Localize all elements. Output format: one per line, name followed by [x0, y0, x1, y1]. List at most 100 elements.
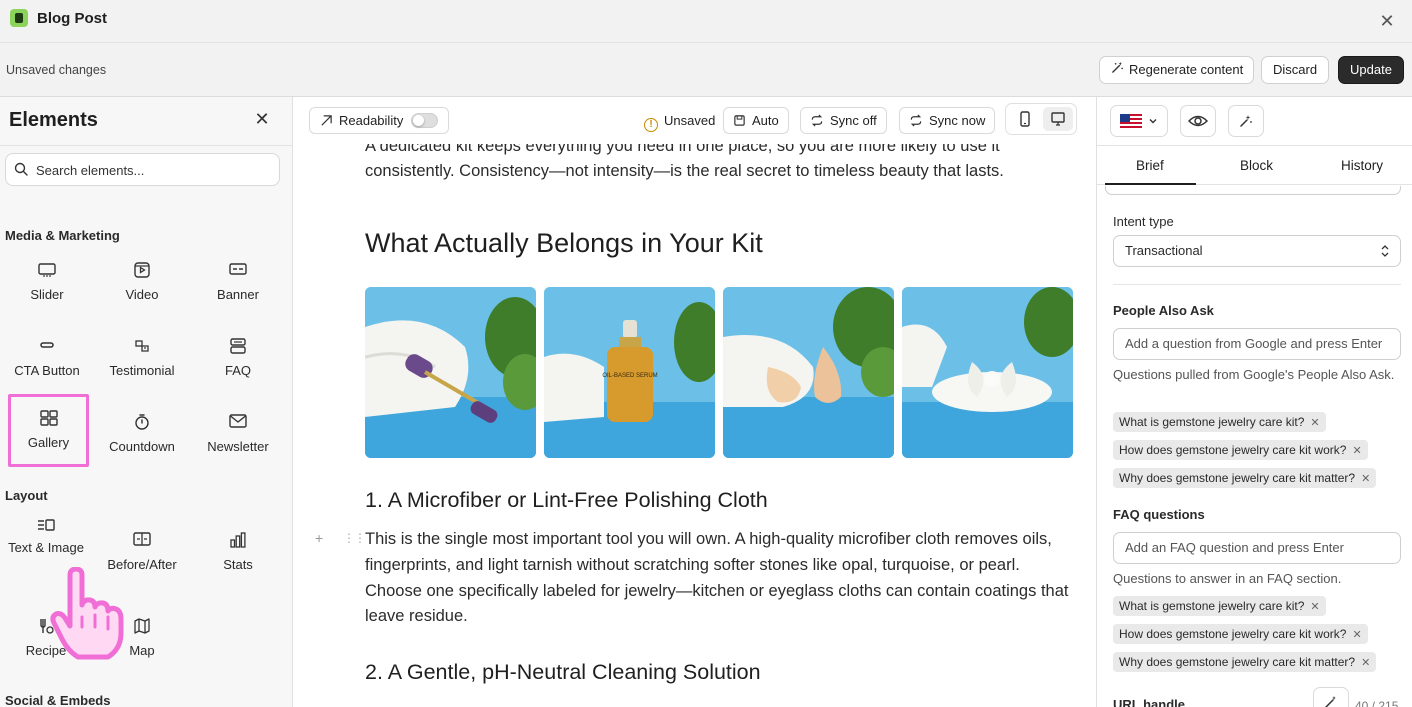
slider-icon — [7, 261, 87, 279]
regenerate-url-button[interactable] — [1313, 687, 1349, 707]
element-label: Text & Image — [8, 540, 84, 555]
paa-tag: Why does gemstone jewelry care kit matte… — [1113, 468, 1377, 488]
section-2-title[interactable]: 2. A Gentle, pH-Neutral Cleaning Solutio… — [365, 660, 761, 685]
people-also-ask-help: Questions pulled from Google's People Al… — [1113, 367, 1395, 382]
section-1-title[interactable]: 1. A Microfiber or Lint-Free Polishing C… — [365, 488, 768, 513]
tag-text: What is gemstone jewelry care kit? — [1119, 415, 1305, 429]
search-input[interactable] — [36, 160, 271, 180]
intent-type-select[interactable]: Transactional — [1113, 235, 1401, 267]
element-faq[interactable]: FAQ — [198, 333, 278, 399]
section-1-body[interactable]: This is the single most important tool y… — [365, 527, 1070, 630]
save-icon — [733, 113, 752, 128]
tab-history[interactable]: History — [1341, 158, 1383, 173]
readability-icon — [320, 113, 339, 128]
updown-chevron-icon — [1381, 245, 1389, 257]
sync-off-label: Sync off — [830, 113, 877, 128]
newsletter-icon — [198, 413, 278, 431]
article-heading[interactable]: What Actually Belongs in Your Kit — [365, 228, 763, 259]
faq-tag: How does gemstone jewelry care kit work?… — [1113, 624, 1368, 644]
faq-icon — [198, 337, 278, 355]
tab-brief[interactable]: Brief — [1136, 158, 1164, 173]
element-label: Stats — [223, 557, 253, 572]
intro-line-2[interactable]: consistently. Consistency—not intensity—… — [365, 159, 1004, 185]
device-preview-switch — [1005, 103, 1077, 135]
gallery-image-makeup-sponges[interactable] — [723, 287, 894, 458]
intent-type-value: Transactional — [1125, 243, 1203, 258]
remove-tag-icon[interactable]: ✕ — [1310, 601, 1319, 613]
intent-type-label: Intent type — [1113, 214, 1174, 229]
sync-now-button[interactable]: Sync now — [899, 107, 996, 134]
ai-assist-button[interactable] — [1228, 105, 1264, 137]
element-slider[interactable]: Slider — [7, 257, 87, 323]
element-label: FAQ — [224, 363, 251, 378]
element-testimonial[interactable]: Testimonial — [102, 333, 182, 399]
preview-button[interactable] — [1180, 105, 1216, 137]
remove-tag-icon[interactable]: ✕ — [1352, 445, 1361, 457]
countdown-icon — [102, 413, 182, 431]
update-button[interactable]: Update — [1338, 56, 1404, 84]
sidebar-divider — [0, 145, 293, 146]
stats-icon — [198, 531, 278, 549]
search-box — [5, 153, 280, 186]
element-banner[interactable]: Banner — [198, 257, 278, 323]
sync-icon — [810, 113, 830, 128]
tab-block[interactable]: Block — [1240, 158, 1273, 173]
image-gallery[interactable]: OIL-BASED SERUM — [365, 287, 1073, 458]
desktop-preview-button[interactable] — [1043, 107, 1073, 131]
eye-icon — [1188, 115, 1208, 127]
window-title: Blog Post — [37, 10, 107, 27]
panel-tabs: Brief Block History — [1097, 145, 1412, 185]
section-social-embeds: Social & Embeds — [5, 693, 111, 707]
app-window: Blog Post ✕ Unsaved changes Regenerate c… — [0, 0, 1412, 707]
gallery-image-face-roller[interactable] — [365, 287, 536, 458]
remove-tag-icon[interactable]: ✕ — [1361, 657, 1370, 669]
element-countdown[interactable]: Countdown — [102, 409, 182, 475]
tag-text: Why does gemstone jewelry care kit matte… — [1119, 655, 1356, 669]
element-newsletter[interactable]: Newsletter — [198, 409, 278, 475]
element-cta-button[interactable]: CTA Button — [7, 333, 87, 399]
remove-tag-icon[interactable]: ✕ — [1361, 473, 1370, 485]
magic-wand-icon — [1325, 696, 1336, 707]
hand-pointer-icon — [50, 567, 124, 660]
remove-tag-icon[interactable]: ✕ — [1352, 629, 1361, 641]
readability-toggle[interactable]: Readability — [309, 107, 450, 134]
element-label: Gallery — [27, 435, 70, 450]
right-panel: Brief Block History Intent type Transact… — [1096, 97, 1412, 707]
readability-switch[interactable] — [411, 113, 439, 128]
element-video[interactable]: Video — [102, 257, 182, 323]
faq-tag: Why does gemstone jewelry care kit matte… — [1113, 652, 1377, 672]
editor-area: Readability ! Unsaved Auto Sync off Sync … — [293, 97, 1096, 707]
active-tab-indicator — [1105, 183, 1196, 185]
gallery-image-spa-headband[interactable] — [902, 287, 1073, 458]
element-gallery[interactable]: Gallery — [8, 394, 89, 467]
drag-handle-icon[interactable]: ⋮⋮ — [343, 531, 366, 545]
tag-text: How does gemstone jewelry care kit work? — [1119, 627, 1347, 641]
close-sidebar-icon[interactable]: ✕ — [250, 107, 274, 131]
people-also-ask-input[interactable]: Add a question from Google and press Ent… — [1113, 328, 1401, 360]
magic-wand-icon — [1110, 57, 1124, 83]
mobile-preview-button[interactable] — [1010, 107, 1040, 131]
clipped-field — [1105, 186, 1401, 195]
add-block-icon[interactable]: + — [315, 530, 323, 546]
gallery-image-serum-bottle[interactable]: OIL-BASED SERUM — [544, 287, 715, 458]
close-window-icon[interactable]: ✕ — [1374, 8, 1400, 34]
faq-question-input[interactable]: Add an FAQ question and press Enter — [1113, 532, 1401, 564]
search-icon — [14, 162, 28, 176]
discard-button[interactable]: Discard — [1261, 56, 1330, 84]
regenerate-content-button[interactable]: Regenerate content — [1099, 56, 1255, 84]
editor-toolbar: Readability ! Unsaved Auto Sync off Sync … — [293, 97, 1096, 144]
desktop-icon — [1051, 112, 1065, 126]
remove-tag-icon[interactable]: ✕ — [1310, 417, 1319, 429]
element-label: Banner — [217, 287, 259, 302]
auto-button[interactable]: Auto — [723, 107, 789, 134]
element-label: Slider — [30, 287, 64, 302]
action-bar: Unsaved changes Regenerate content Disca… — [0, 43, 1412, 97]
unsaved-status: Unsaved changes — [6, 63, 107, 77]
elements-sidebar: Elements ✕ Media & Marketing Slider Vide… — [0, 97, 293, 707]
language-select[interactable] — [1110, 105, 1168, 137]
sync-off-button[interactable]: Sync off — [800, 107, 887, 134]
faq-tag: What is gemstone jewelry care kit? ✕ — [1113, 596, 1326, 616]
element-stats[interactable]: Stats — [198, 527, 278, 593]
serum-bottle-label: OIL-BASED SERUM — [602, 373, 657, 379]
gallery-icon — [11, 409, 86, 427]
